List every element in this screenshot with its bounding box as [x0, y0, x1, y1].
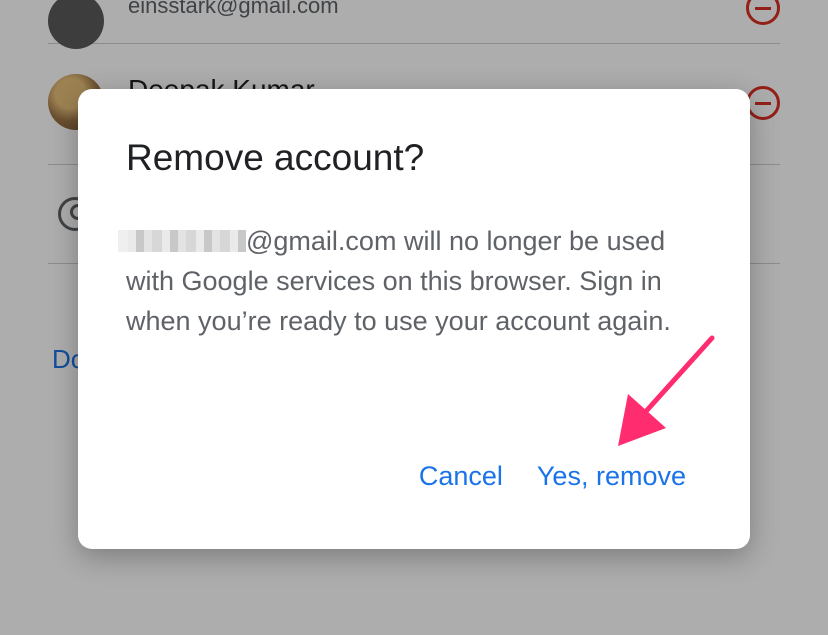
dialog-actions: Cancel Yes, remove — [419, 461, 686, 492]
confirm-remove-button[interactable]: Yes, remove — [537, 461, 686, 492]
dialog-body: @gmail.com will no longer be used with G… — [118, 221, 716, 341]
dialog-title: Remove account? — [126, 137, 425, 178]
remove-account-dialog: Remove account? @gmail.com will no longe… — [78, 89, 750, 549]
email-domain: @gmail.com — [246, 226, 397, 256]
cancel-button[interactable]: Cancel — [419, 461, 503, 492]
masked-email-redaction — [118, 230, 246, 252]
